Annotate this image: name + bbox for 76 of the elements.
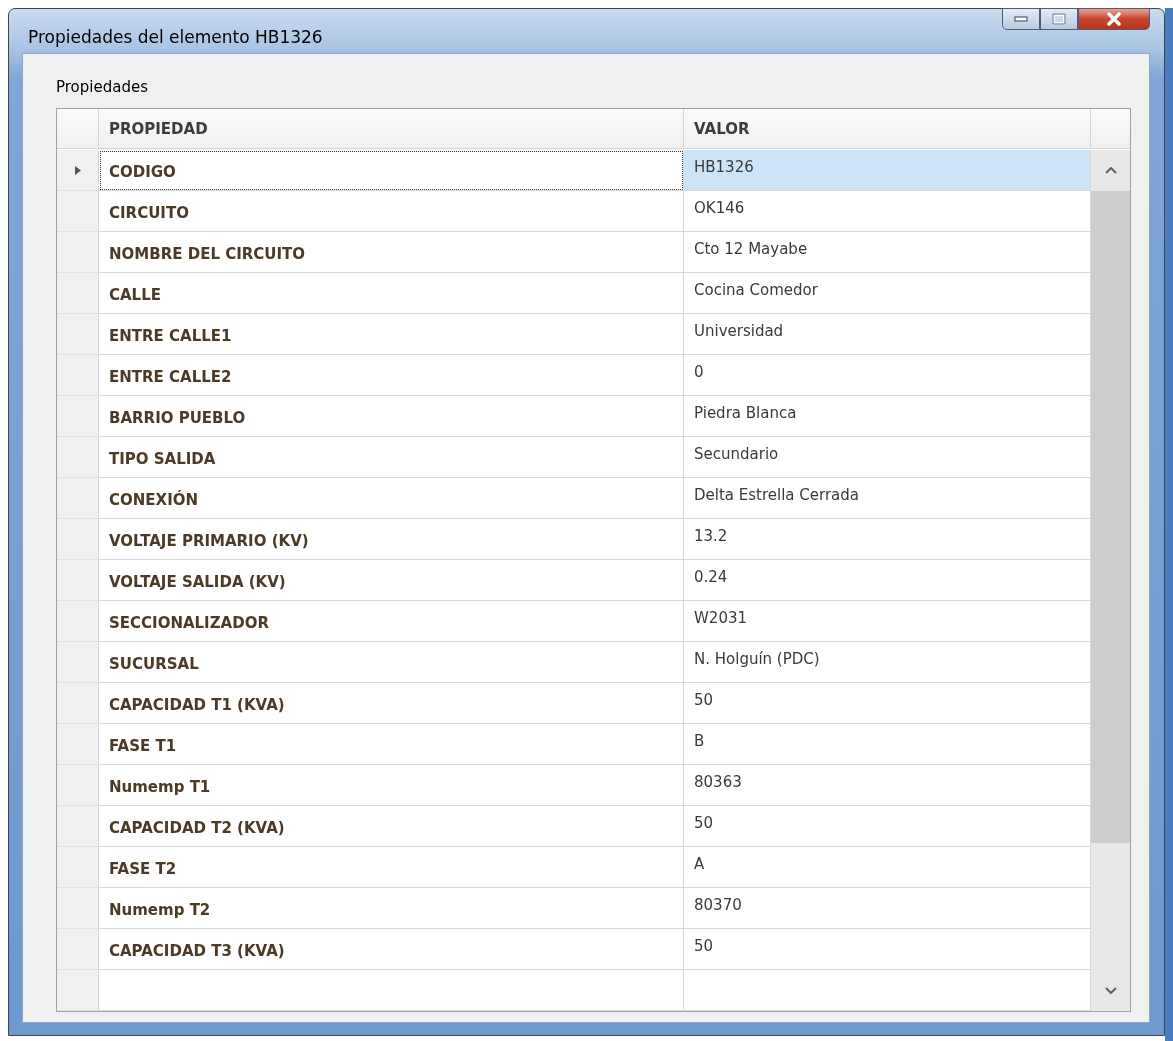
row-header[interactable] [57,150,99,191]
property-cell[interactable]: ENTRE CALLE1 [99,314,684,355]
row-header[interactable] [57,273,99,314]
row-header[interactable] [57,560,99,601]
property-cell[interactable]: CAPACIDAD T2 (KVA) [99,806,684,847]
property-cell[interactable]: VOLTAJE PRIMARIO (KV) [99,519,684,560]
maximize-button[interactable] [1040,8,1078,30]
row-header[interactable] [57,724,99,765]
column-header[interactable]: PROPIEDAD [99,109,684,149]
property-cell[interactable]: CONEXIÓN [99,478,684,519]
value-cell[interactable]: 80363 [684,765,1091,806]
row-header[interactable] [57,929,99,970]
property-cell[interactable]: NOMBRE DEL CIRCUITO [99,232,684,273]
property-cell[interactable]: SECCIONALIZADOR [99,601,684,642]
row-header[interactable] [57,519,99,560]
property-cell[interactable]: CODIGO [99,150,684,191]
row-header[interactable] [57,478,99,519]
scroll-down-icon[interactable] [1105,987,1117,994]
row-header[interactable] [57,355,99,396]
value-cell[interactable]: 50 [684,683,1091,724]
value-cell[interactable]: 80370 [684,888,1091,929]
value-cell[interactable]: Universidad [684,314,1091,355]
row-header[interactable] [57,191,99,232]
property-cell[interactable]: TIPO SALIDA [99,437,684,478]
header-corner [57,109,99,149]
value-cell[interactable]: B [684,724,1091,765]
value-cell[interactable]: 0.24 [684,560,1091,601]
value-cell[interactable]: HB1326 [684,150,1091,191]
row-header[interactable] [57,847,99,888]
row-header[interactable] [57,642,99,683]
value-cell[interactable]: Cocina Comedor [684,273,1091,314]
value-cell[interactable]: Delta Estrella Cerrada [684,478,1091,519]
row-header[interactable] [57,683,99,724]
group-label: Propiedades [56,78,149,96]
scroll-up-icon[interactable] [1105,167,1117,174]
maximize-icon [1052,13,1066,25]
window-title: Propiedades del elemento HB1326 [28,27,323,47]
property-cell[interactable]: Numemp T1 [99,765,684,806]
row-header[interactable] [57,396,99,437]
property-cell[interactable]: SUCURSAL [99,642,684,683]
property-cell[interactable]: CAPACIDAD T1 (KVA) [99,683,684,724]
minimize-icon [1014,16,1028,22]
header-corner [1091,109,1130,149]
row-header[interactable] [57,232,99,273]
value-cell[interactable]: 50 [684,929,1091,970]
property-cell[interactable]: CALLE [99,273,684,314]
property-cell[interactable]: CAPACIDAD T3 (KVA) [99,929,684,970]
minimize-button[interactable] [1002,8,1040,30]
row-header[interactable] [57,314,99,355]
property-cell[interactable]: VOLTAJE SALIDA (KV) [99,560,684,601]
value-cell[interactable]: Cto 12 Mayabe [684,232,1091,273]
value-cell[interactable]: A [684,847,1091,888]
value-cell[interactable]: Secundario [684,437,1091,478]
value-cell[interactable]: 0 [684,355,1091,396]
column-header[interactable]: VALOR [684,109,1091,149]
value-cell[interactable]: 13.2 [684,519,1091,560]
property-cell[interactable]: FASE T1 [99,724,684,765]
close-button[interactable] [1078,8,1150,30]
value-cell[interactable]: N. Holguín (PDC) [684,642,1091,683]
row-header[interactable] [57,970,99,1011]
property-cell[interactable]: BARRIO PUEBLO [99,396,684,437]
value-cell[interactable]: W2031 [684,601,1091,642]
property-cell[interactable]: CIRCUITO [99,191,684,232]
close-icon [1106,12,1122,26]
row-header[interactable] [57,806,99,847]
property-cell[interactable]: FASE T2 [99,847,684,888]
row-header[interactable] [57,601,99,642]
row-header[interactable] [57,437,99,478]
scrollbar[interactable] [1091,150,1130,1011]
value-cell[interactable]: Piedra Blanca [684,396,1091,437]
property-cell[interactable]: Numemp T2 [99,888,684,929]
row-header[interactable] [57,765,99,806]
value-cell[interactable]: OK146 [684,191,1091,232]
row-header[interactable] [57,888,99,929]
property-cell[interactable]: ENTRE CALLE2 [99,355,684,396]
value-cell[interactable]: 50 [684,806,1091,847]
